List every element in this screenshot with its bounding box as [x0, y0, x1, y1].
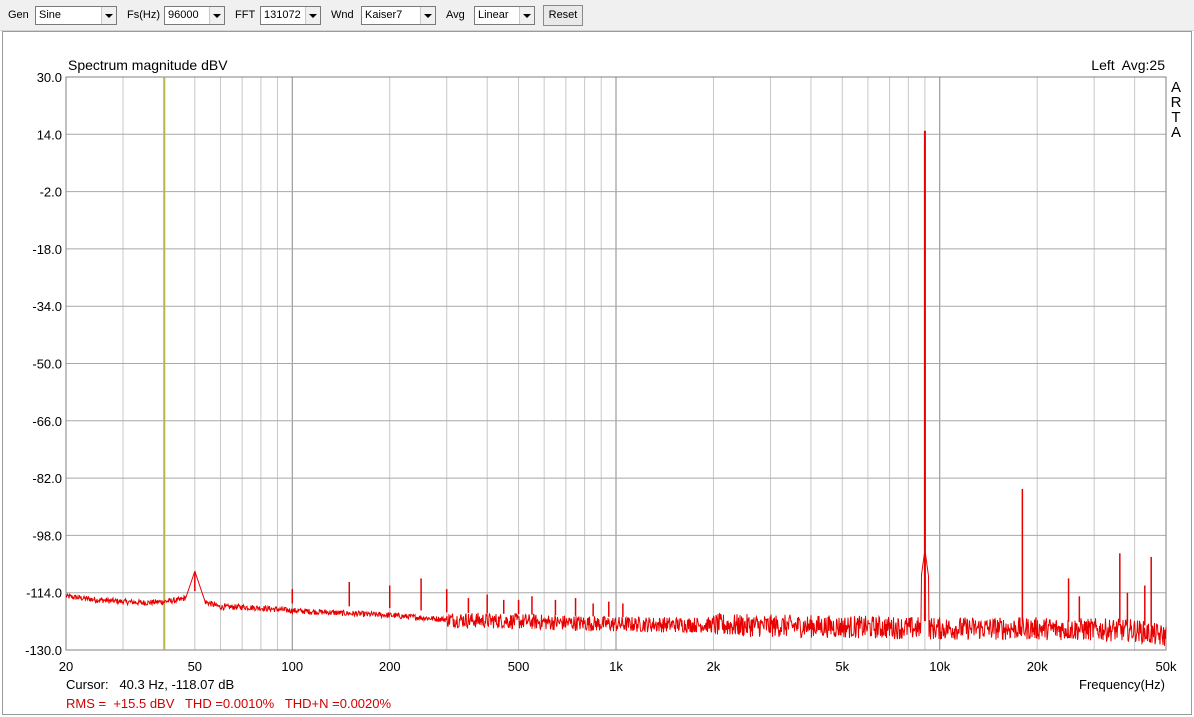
x-tick-label: 20k [1027, 659, 1048, 674]
x-axis-label: Frequency(Hz) [1079, 677, 1165, 692]
spectrum-chart[interactable]: 30.0 14.0 -2.0 -18.0 -34.0 -50.0 -66.0 -82.0 -98… [0, 0, 1194, 717]
cursor-readout: Cursor: 40.3 Hz, -118.07 dB [66, 677, 235, 692]
x-tick-label: 200 [379, 659, 401, 674]
x-tick-label: 100 [281, 659, 303, 674]
arta-logo: ARTA [1171, 79, 1182, 141]
y-tick-label: -50.0 [32, 357, 62, 372]
x-tick-label: 50 [188, 659, 202, 674]
y-tick-label: -82.0 [32, 471, 62, 486]
x-tick-label: 2k [707, 659, 721, 674]
y-tick-label: -114.0 [26, 586, 62, 601]
y-tick-label: -130.0 [25, 643, 62, 658]
y-tick-label: 14.0 [37, 127, 62, 142]
x-tick-label: 50k [1156, 659, 1177, 674]
measurements-readout: RMS = +15.5 dBV THD =0.0010% THD+N =0.00… [66, 696, 392, 711]
x-axis-ticks: 20 50 100 200 500 1k 2k 5k 10k 20k 50k [59, 659, 1177, 674]
harmonic-peaks [194, 130, 1152, 627]
y-axis-ticks: 30.0 14.0 -2.0 -18.0 -34.0 -50.0 -66.0 -82.0 -98… [25, 70, 62, 658]
x-tick-label: 500 [508, 659, 530, 674]
chart-title: Spectrum magnitude dBV [68, 57, 228, 73]
y-tick-label: -18.0 [32, 242, 62, 257]
channel-info: Left Avg:25 [1091, 57, 1165, 73]
y-tick-label: -66.0 [32, 414, 62, 429]
y-tick-label: -98.0 [32, 528, 62, 543]
y-tick-label: -2.0 [40, 185, 62, 200]
brand-letter: A [1171, 124, 1181, 141]
x-tick-label: 10k [929, 659, 950, 674]
x-tick-label: 20 [59, 659, 73, 674]
y-tick-label: -34.0 [32, 299, 62, 314]
x-tick-label: 1k [609, 659, 623, 674]
x-tick-label: 5k [835, 659, 849, 674]
y-tick-label: 30.0 [37, 70, 62, 85]
